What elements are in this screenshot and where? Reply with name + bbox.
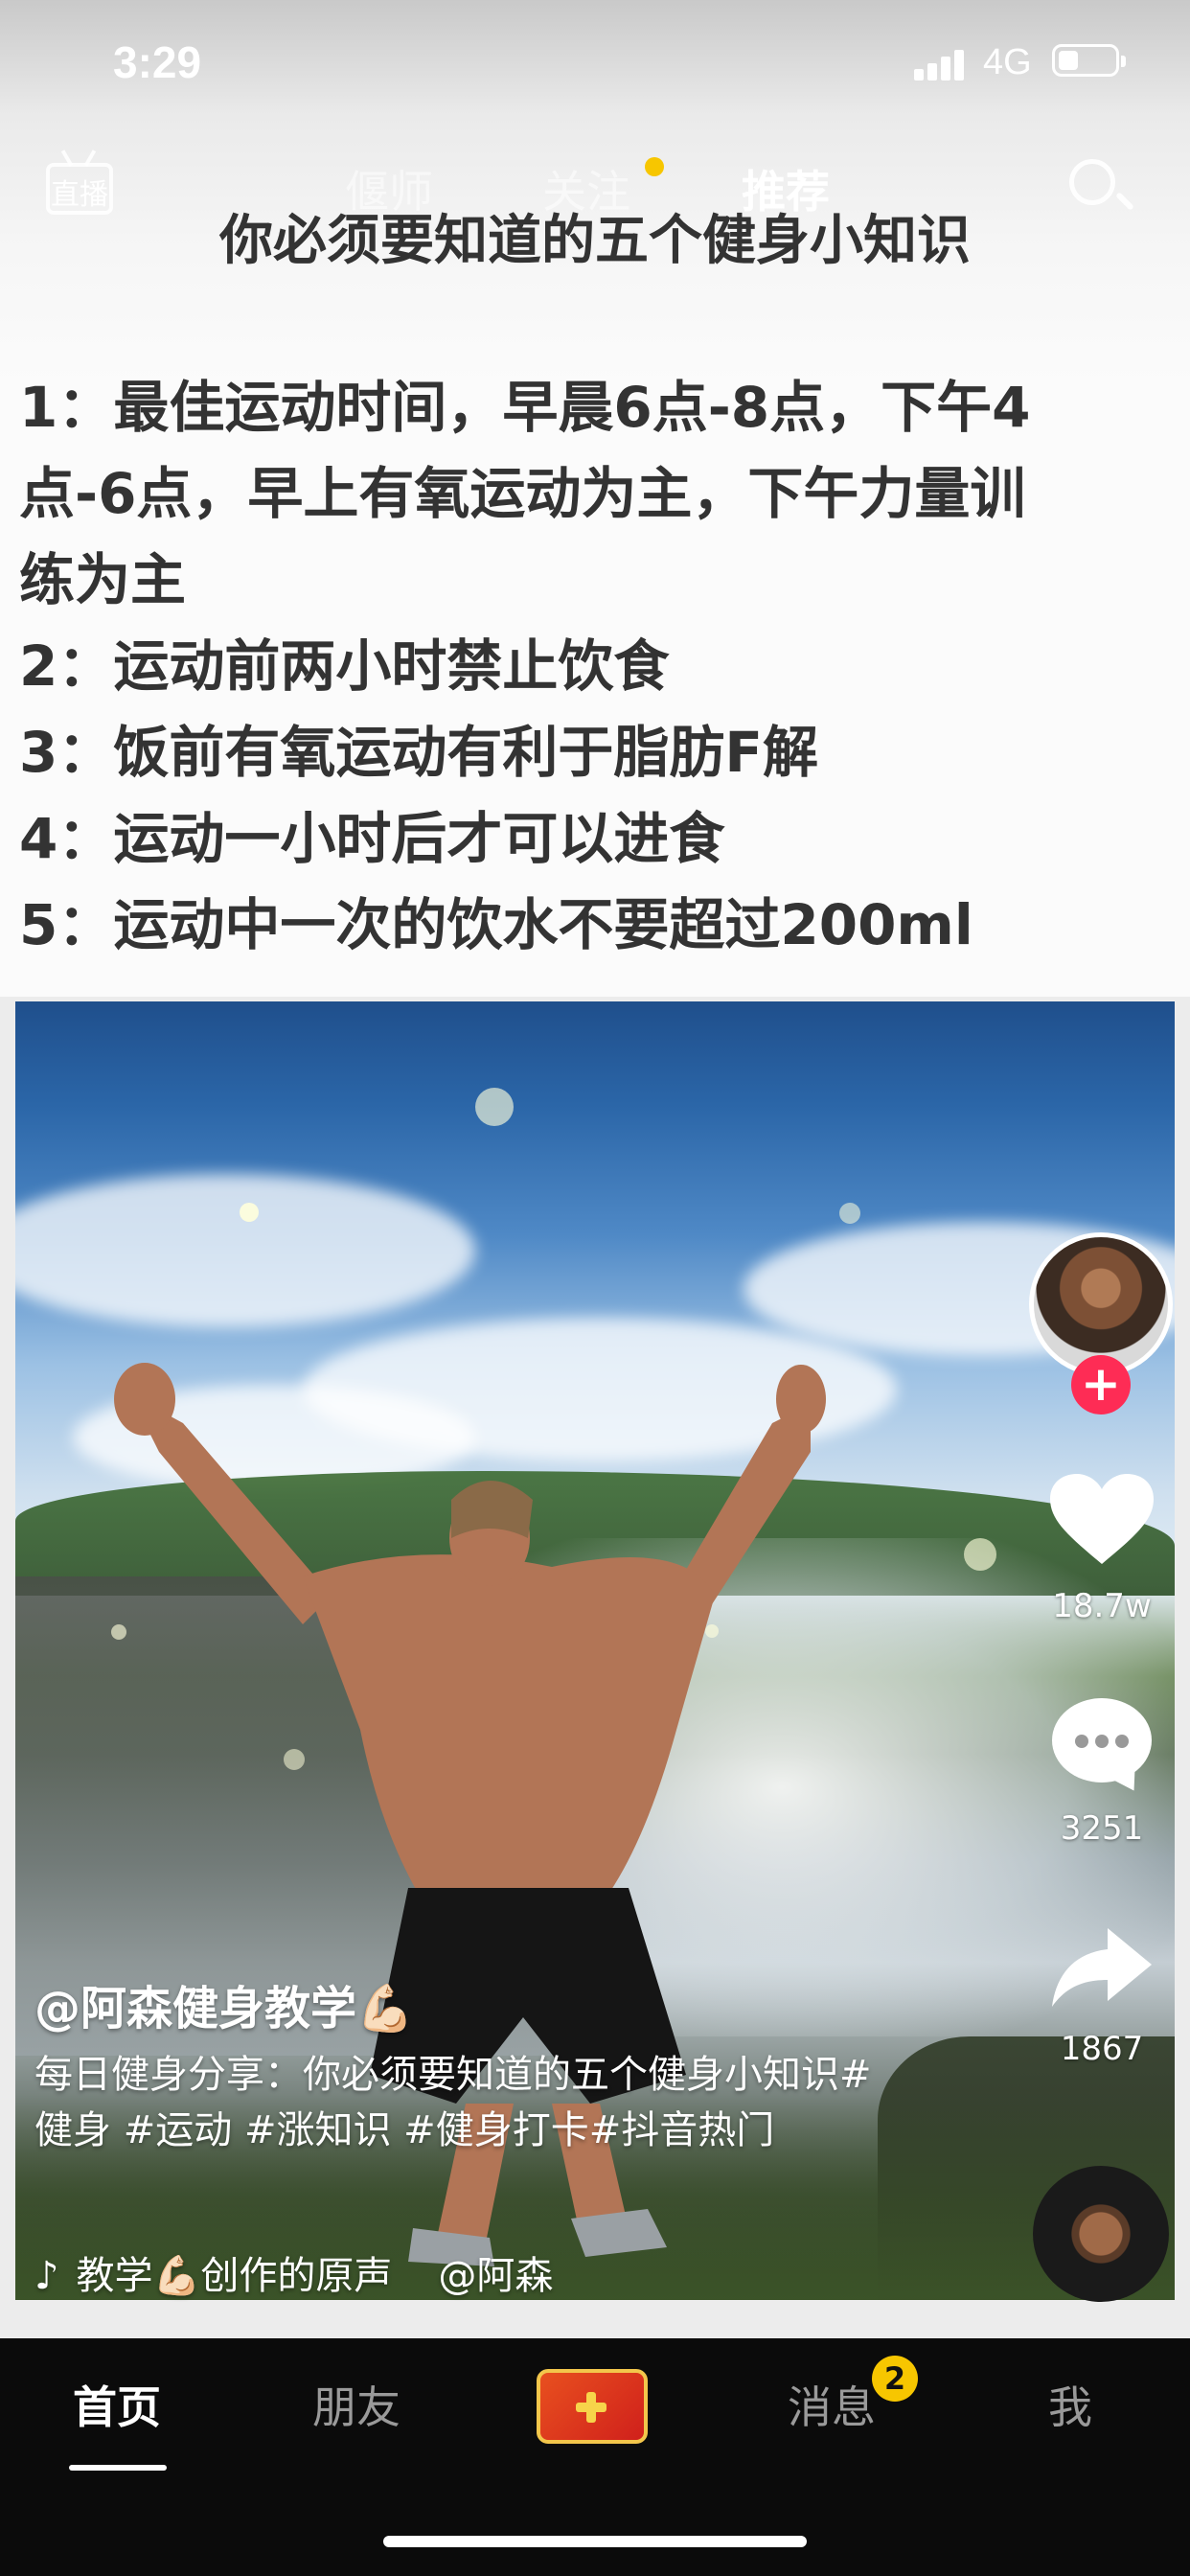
share-arrow-icon[interactable]: [1048, 1920, 1156, 2016]
live-label: 直播: [51, 178, 108, 212]
article-line: 4：运动一小时后才可以进食: [19, 806, 725, 871]
tab-recommended[interactable]: 推荐: [742, 157, 830, 220]
article-line: 2：运动前两小时禁止饮食: [19, 633, 670, 699]
article-line: 5：运动中一次的饮水不要超过200ml: [19, 892, 973, 957]
bottom-tab-bar: 首页 朋友 消息 2 我: [0, 2338, 1190, 2576]
create-video-button[interactable]: [537, 2369, 648, 2444]
comment-icon[interactable]: [1052, 1698, 1152, 1782]
follow-button[interactable]: +: [1071, 1355, 1131, 1414]
tab-home[interactable]: 首页: [73, 2373, 161, 2436]
tab-friends[interactable]: 朋友: [312, 2373, 400, 2436]
home-indicator: [383, 2536, 807, 2547]
search-icon[interactable]: [1069, 159, 1115, 205]
article-line: 3：饭前有氧运动有利于脂肪F解: [19, 720, 818, 785]
status-bar: 3:29 4G: [0, 0, 1190, 134]
music-disc-icon[interactable]: [1033, 2166, 1169, 2302]
comment-count: 3251: [1060, 1809, 1144, 1848]
like-heart-icon[interactable]: [1048, 1472, 1156, 1568]
messages-badge: 2: [872, 2356, 918, 2402]
article-body: 1：最佳运动时间，早晨6点-8点，下午4 点-6点，早上有氧运动为主，下午力量训…: [19, 364, 1179, 968]
tab-me[interactable]: 我: [1048, 2373, 1092, 2436]
article-line: 练为主: [19, 547, 187, 612]
top-nav: 直播 偃师 关注 推荐: [0, 144, 1190, 240]
music-row[interactable]: ♪ 教学💪🏻创作的原声 @阿森: [34, 2244, 553, 2300]
tab-messages[interactable]: 消息: [788, 2373, 876, 2436]
battery-icon: [1052, 44, 1126, 77]
music-title: 教学💪🏻创作的原声: [76, 2254, 393, 2298]
article-line: 点-6点，早上有氧运动为主，下午力量训: [19, 461, 1026, 526]
status-time: 3:29: [113, 37, 202, 87]
tab-local[interactable]: 偃师: [345, 157, 433, 220]
music-note-icon: ♪: [34, 2254, 59, 2298]
like-count: 18.7w: [1052, 1587, 1152, 1625]
network-type: 4G: [983, 42, 1032, 82]
active-tab-indicator: [69, 2465, 167, 2471]
tab-following[interactable]: 关注: [542, 157, 630, 220]
following-new-dot: [645, 157, 664, 176]
share-count: 1867: [1060, 2030, 1144, 2068]
video-caption[interactable]: 每日健身分享：你必须要知道的五个健身小知识#健身 #运动 #涨知识 #健身打卡#…: [34, 2047, 878, 2158]
creator-handle[interactable]: @阿森健身教学💪🏻: [34, 1970, 414, 2037]
article-line: 1：最佳运动时间，早晨6点-8点，下午4: [19, 375, 1031, 440]
live-tv-icon[interactable]: 直播: [46, 150, 115, 218]
signal-icon: [914, 48, 968, 80]
music-author: @阿森: [438, 2254, 554, 2298]
